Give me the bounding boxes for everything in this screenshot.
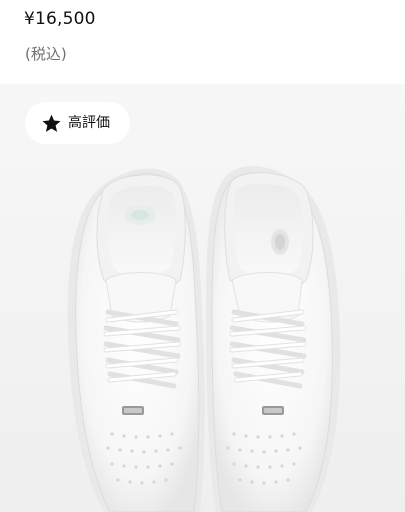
left-shoe xyxy=(67,168,205,512)
badge-label: 高評価 xyxy=(68,115,110,131)
star-icon xyxy=(41,113,62,134)
price-section: ¥16,500 (税込) xyxy=(0,0,405,84)
product-image[interactable] xyxy=(0,84,405,512)
sneakers-image xyxy=(0,84,405,512)
product-detail-page: ¥16,500 (税込) 高評価 xyxy=(0,0,405,512)
highly-rated-badge: 高評価 xyxy=(25,102,130,144)
right-shoe xyxy=(206,166,341,512)
tax-included-note: (税込) xyxy=(25,45,67,63)
product-price: ¥16,500 xyxy=(24,9,96,29)
